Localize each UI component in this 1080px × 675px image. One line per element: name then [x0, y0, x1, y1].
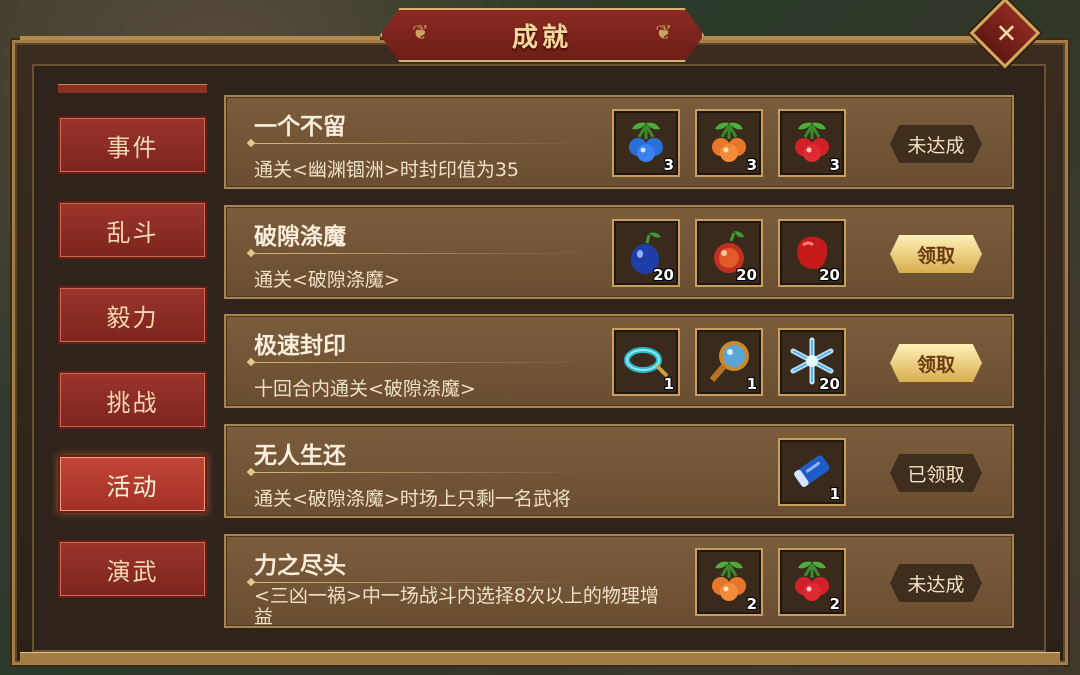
tab-drill[interactable]: 演武	[58, 540, 207, 598]
reward-item[interactable]: 1	[778, 438, 846, 506]
reward-quantity: 20	[653, 266, 674, 284]
tab-events[interactable]: 事件	[58, 116, 207, 174]
reward-quantity: 20	[736, 266, 757, 284]
tab-endurance[interactable]: 毅力	[58, 286, 207, 344]
reward-quantity: 3	[746, 156, 757, 174]
swirl-ornament-icon: ❦	[655, 20, 672, 44]
reward-quantity: 1	[829, 485, 840, 503]
reward-item[interactable]: 2	[778, 548, 846, 616]
reward-item[interactable]: 3	[612, 109, 680, 177]
claim-button[interactable]: 领取	[890, 344, 982, 382]
nav-top-bar	[58, 84, 207, 93]
reward-quantity: 2	[746, 595, 757, 613]
status-not-achieved-button[interactable]: 未达成	[890, 564, 982, 602]
reward-quantity: 20	[819, 266, 840, 284]
reward-quantity: 1	[746, 375, 757, 393]
tab-challenge[interactable]: 挑战	[58, 371, 207, 429]
tab-activity[interactable]: 活动	[58, 455, 207, 513]
achievement-desc: 通关<破隙涤魔>时场上只剩一名武将	[254, 488, 571, 510]
divider	[248, 143, 588, 144]
bottom-trim	[20, 652, 1060, 663]
reward-item[interactable]: 20	[695, 219, 763, 287]
header-trim-right	[700, 36, 980, 40]
reward-quantity: 20	[819, 375, 840, 393]
reward-quantity: 2	[829, 595, 840, 613]
achievement-title: 破隙涤魔	[254, 224, 346, 250]
reward-item[interactable]: 20	[612, 219, 680, 287]
close-icon: ✕	[989, 22, 1020, 44]
divider	[248, 582, 588, 583]
reward-quantity: 3	[829, 156, 840, 174]
reward-item[interactable]: 20	[778, 328, 846, 396]
achievement-row: 一个不留 通关<幽渊锢洲>时封印值为35 3 3 3 未达成	[224, 95, 1014, 189]
reward-quantity: 1	[663, 375, 674, 393]
achievement-row: 无人生还 通关<破隙涤魔>时场上只剩一名武将 1 已领取	[224, 424, 1014, 518]
divider	[248, 472, 588, 473]
achievement-desc: 通关<破隙涤魔>	[254, 269, 400, 291]
achievement-desc: 十回合内通关<破隙涤魔>	[254, 378, 476, 400]
achievement-title: 无人生还	[254, 443, 346, 469]
achievement-row: 破隙涤魔 通关<破隙涤魔> 20 20 20 领取	[224, 205, 1014, 299]
reward-item[interactable]: 3	[778, 109, 846, 177]
achievement-row: 极速封印 十回合内通关<破隙涤魔> 1 1 20 领取	[224, 314, 1014, 408]
achievement-title: 一个不留	[254, 114, 346, 140]
status-not-achieved-button[interactable]: 未达成	[890, 125, 982, 163]
reward-item[interactable]: 1	[612, 328, 680, 396]
achievement-row: 力之尽头 <三凶一祸>中一场战斗内选择8次以上的物理增益 2 2 未达成	[224, 534, 1014, 628]
swirl-ornament-icon: ❦	[412, 20, 429, 44]
achievement-title: 力之尽头	[254, 553, 346, 579]
reward-quantity: 3	[663, 156, 674, 174]
title-plate: ❦ 成就 ❦	[380, 8, 704, 62]
header-trim-left	[20, 36, 380, 40]
tab-brawl[interactable]: 乱斗	[58, 201, 207, 259]
claim-button[interactable]: 领取	[890, 235, 982, 273]
reward-item[interactable]: 1	[695, 328, 763, 396]
divider	[248, 362, 588, 363]
divider	[248, 253, 588, 254]
page-title: 成就	[511, 22, 572, 53]
status-claimed-button[interactable]: 已领取	[890, 454, 982, 492]
reward-item[interactable]: 3	[695, 109, 763, 177]
achievement-title: 极速封印	[254, 333, 346, 359]
achievement-desc: 通关<幽渊锢洲>时封印值为35	[254, 159, 520, 181]
reward-item[interactable]: 20	[778, 219, 846, 287]
reward-item[interactable]: 2	[695, 548, 763, 616]
achievement-desc: <三凶一祸>中一场战斗内选择8次以上的物理增益	[254, 585, 659, 628]
